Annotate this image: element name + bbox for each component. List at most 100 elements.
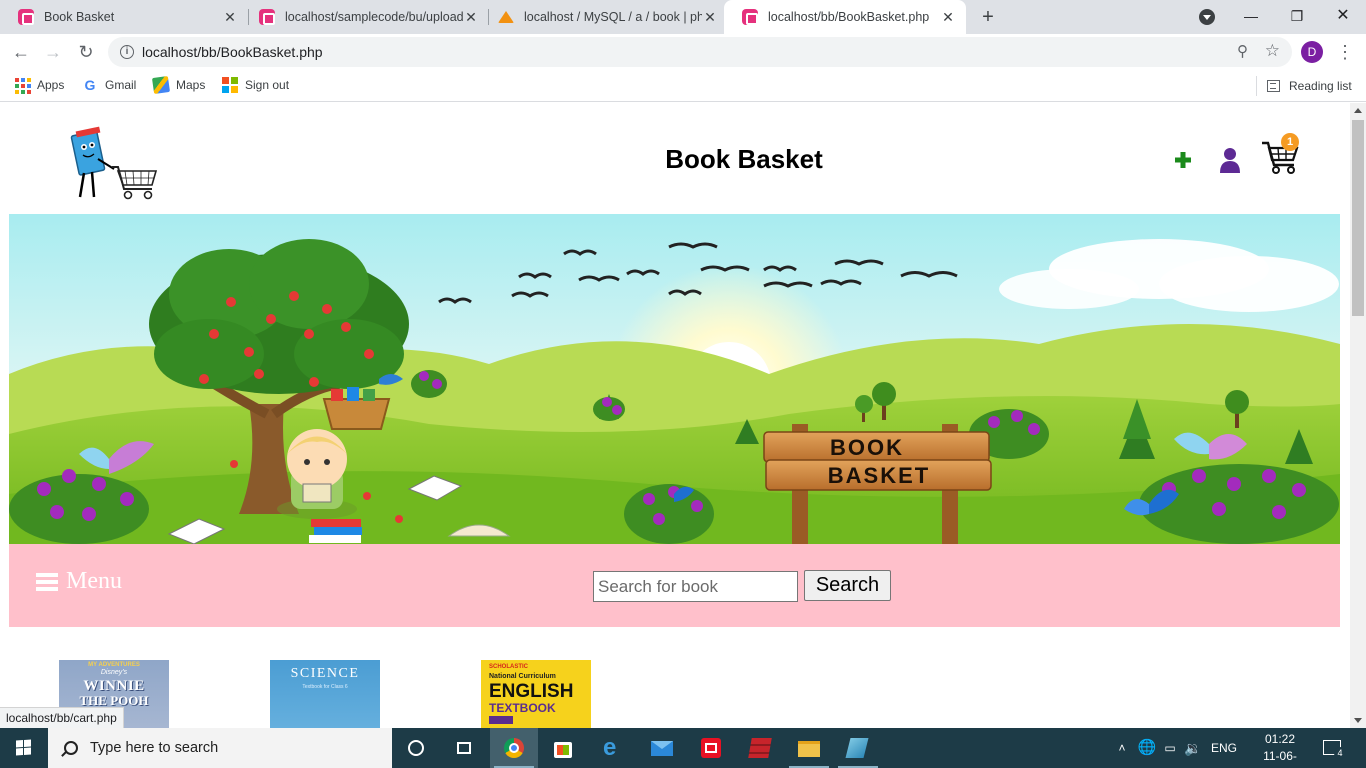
bookmark-apps[interactable]: Apps: [14, 77, 64, 94]
network-icon[interactable]: 🌐: [1137, 728, 1157, 768]
chrome-icon: [504, 738, 524, 758]
taskbar-edge[interactable]: e: [589, 728, 637, 768]
bookmark-gmail[interactable]: G Gmail: [82, 77, 137, 93]
book-cover-text: SCIENCE: [290, 666, 360, 681]
sign-word-book: BOOK: [830, 435, 904, 460]
book-cover-text: MY ADVENTURES: [88, 662, 140, 668]
scroll-down-arrow-icon[interactable]: [1354, 718, 1362, 723]
red-app-icon: [701, 738, 721, 758]
volume-icon[interactable]: 🔉: [1183, 728, 1203, 768]
new-tab-button[interactable]: +: [976, 5, 1000, 29]
taskbar-chrome[interactable]: [490, 728, 538, 768]
back-icon[interactable]: ←: [9, 40, 33, 64]
minimize-button[interactable]: —: [1228, 0, 1274, 34]
taskbar-search-box[interactable]: Type here to search: [48, 728, 392, 768]
book-cover-text: Disney's: [100, 669, 128, 676]
hamburger-icon: [36, 572, 58, 591]
file-explorer-icon: [798, 741, 820, 757]
search-button[interactable]: Search: [804, 570, 891, 601]
tab-phpmyadmin[interactable]: localhost / MySQL / a / book | ph ✕: [480, 0, 728, 34]
battery-icon[interactable]: ▭: [1160, 728, 1180, 768]
book-cover-text: SCHOLASTIC: [489, 664, 528, 670]
tab-close-icon[interactable]: ✕: [940, 9, 956, 26]
sign-word-basket: BASKET: [828, 463, 930, 488]
tab-title: Book Basket: [44, 10, 115, 24]
tab-book-basket[interactable]: Book Basket ✕: [0, 0, 248, 34]
phpmyadmin-favicon-icon: [498, 9, 514, 25]
start-button[interactable]: [0, 728, 48, 768]
reload-icon[interactable]: ↻: [74, 40, 98, 64]
taskbar-file-explorer[interactable]: [785, 728, 833, 768]
scroll-up-arrow-icon[interactable]: [1354, 108, 1362, 113]
browser-menu-icon[interactable]: ⋮: [1336, 40, 1354, 64]
menu-button[interactable]: Menu: [36, 568, 122, 595]
clock-date: 11-06-2021: [1263, 749, 1297, 768]
bookmark-label: Maps: [176, 78, 206, 92]
book-cover-text: TEXTBOOK: [489, 701, 556, 715]
forward-icon[interactable]: →: [41, 40, 65, 64]
tab-close-icon[interactable]: ✕: [702, 9, 718, 26]
task-view-button[interactable]: [440, 728, 488, 768]
scrollbar-thumb[interactable]: [1352, 120, 1364, 316]
page-viewport: Book Basket 1 BOOK BASKET Menu Search fo…: [0, 103, 1350, 728]
bookmark-maps[interactable]: Maps: [151, 75, 206, 95]
book-search-input[interactable]: [593, 571, 798, 602]
tab-upload[interactable]: localhost/samplecode/bu/upload ✕: [241, 0, 489, 34]
tray-chevron-icon[interactable]: ˄: [1114, 728, 1130, 768]
windows-logo-icon: [16, 739, 31, 756]
bookmark-label: Gmail: [105, 78, 137, 92]
stack-app-icon: [748, 738, 772, 758]
menu-search-bar: Menu Search: [9, 544, 1340, 627]
task-view-icon: [457, 742, 471, 754]
zoom-icon[interactable]: ⚲: [1237, 42, 1248, 60]
notification-count-badge: 4: [1334, 747, 1346, 759]
mail-icon: [651, 741, 673, 756]
tab-close-icon[interactable]: ✕: [222, 9, 238, 26]
taskbar-stack-app[interactable]: [736, 728, 784, 768]
user-account-icon[interactable]: [1218, 147, 1242, 173]
browser-toolbar: ← → ↻ i localhost/bb/BookBasket.php ⚲ ☆ …: [0, 34, 1366, 70]
tab-bookbasket-php[interactable]: localhost/bb/BookBasket.php ✕: [724, 0, 966, 34]
bookmark-star-icon[interactable]: ☆: [1265, 41, 1280, 61]
tab-close-icon[interactable]: ✕: [463, 9, 479, 26]
page-scrollbar[interactable]: [1350, 103, 1366, 728]
tab-title: localhost/bb/BookBasket.php: [768, 10, 930, 24]
hero-banner-image: BOOK BASKET: [9, 214, 1340, 544]
status-bar-link: localhost/bb/cart.php: [0, 707, 124, 728]
bookmarks-bar: Apps G Gmail Maps Sign out Reading list: [0, 70, 1366, 102]
taskbar-mail[interactable]: [638, 728, 686, 768]
browser-tabstrip: Book Basket ✕ localhost/samplecode/bu/up…: [0, 0, 1366, 34]
tab-title: localhost / MySQL / a / book | ph: [524, 10, 702, 24]
close-window-button[interactable]: ✕: [1320, 0, 1366, 34]
taskbar-clock[interactable]: 01:22 11-06-2021: [1252, 731, 1308, 768]
clock-time: 01:22: [1264, 732, 1296, 746]
search-icon: [64, 741, 78, 755]
tab-title: localhost/samplecode/bu/upload: [285, 10, 463, 24]
apps-grid-icon: [14, 77, 31, 94]
cortana-button[interactable]: [392, 728, 440, 768]
taskbar-red-app[interactable]: [687, 728, 735, 768]
reading-list-button[interactable]: Reading list: [1256, 76, 1352, 96]
book-cover-text: Textbook for Class 6: [302, 684, 348, 690]
cart-count-badge[interactable]: 1: [1281, 133, 1299, 151]
bookmark-sign-out[interactable]: Sign out: [222, 77, 289, 93]
site-info-icon[interactable]: i: [120, 45, 134, 59]
bookmark-label: Sign out: [245, 78, 290, 92]
taskbar-notepad[interactable]: [834, 728, 882, 768]
restore-button[interactable]: ❐: [1274, 0, 1320, 34]
address-url[interactable]: localhost/bb/BookBasket.php: [142, 44, 323, 60]
book-cover-text: National Curriculum: [489, 673, 556, 680]
taskbar-store[interactable]: [539, 728, 587, 768]
profile-avatar[interactable]: D: [1301, 41, 1323, 63]
tab-search-icon[interactable]: [1199, 9, 1215, 25]
book-cover-science[interactable]: SCIENCE Textbook for Class 6: [270, 660, 380, 728]
address-bar[interactable]: i localhost/bb/BookBasket.php ⚲ ☆: [108, 37, 1292, 67]
language-indicator[interactable]: ENG: [1208, 728, 1240, 768]
add-book-icon[interactable]: [1172, 149, 1194, 171]
book-cover-text: ENGLISH: [489, 681, 574, 702]
book-cover-english-textbook[interactable]: SCHOLASTIC National Curriculum ENGLISH T…: [481, 660, 591, 728]
store-icon: [554, 742, 572, 758]
notepad-icon: [845, 738, 869, 758]
windows-taskbar: Type here to search e ˄ 🌐 ▭ 🔉 ENG 01:22 …: [0, 728, 1366, 768]
book-cover-year-tag: [489, 716, 513, 724]
